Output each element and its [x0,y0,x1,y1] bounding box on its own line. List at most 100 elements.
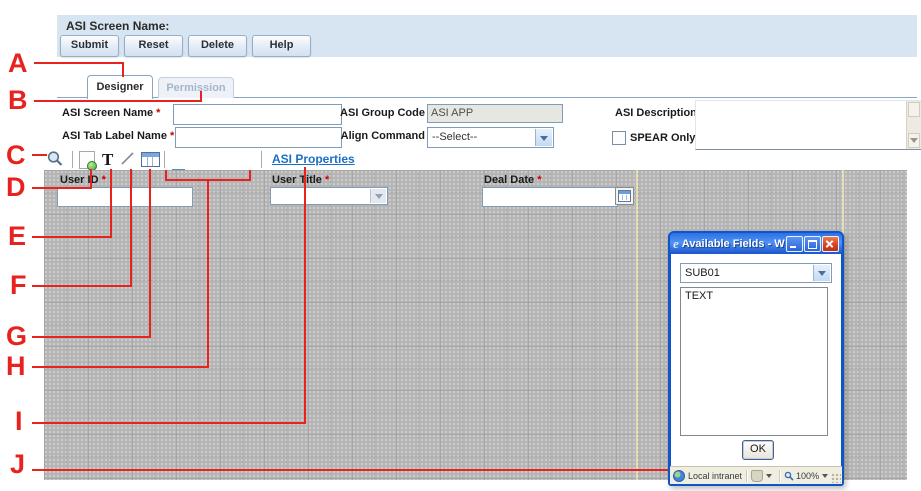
annotation-line-h [32,366,209,368]
screen-name-label: ASI Screen Name * [62,107,160,119]
description-scrollbar[interactable] [906,101,921,149]
user-id-input[interactable] [57,187,193,207]
window-status-bar: Local intranet 100% [670,466,842,484]
canvas-field-label: User Title * [272,174,329,186]
text-tool-icon[interactable]: T [102,151,113,168]
required-asterisk: * [170,130,174,142]
annotation-line-h [249,170,251,181]
app-header-bar [57,15,917,57]
description-textarea[interactable] [695,100,921,150]
align-command-label: Align Command [338,130,425,142]
annotation-line-b [34,100,202,102]
deal-date-input[interactable] [482,187,618,207]
reset-button[interactable]: Reset [124,35,183,57]
annotation-line-g [149,169,151,338]
window-title-bar[interactable]: e Available Fields - Wind... [670,233,842,254]
resize-grip[interactable] [831,473,841,483]
ok-button[interactable]: OK [742,440,774,460]
protected-mode-icon[interactable] [751,470,763,482]
chevron-down-icon[interactable] [813,265,830,281]
list-item[interactable]: TEXT [681,288,827,304]
tab-label-name-label: ASI Tab Label Name * [62,130,174,142]
zoom-level-icon [784,471,794,481]
status-zone-text: Local intranet [688,471,742,481]
required-asterisk: * [102,174,106,186]
canvas-guide-line [636,170,638,480]
annotation-line-g [32,336,151,338]
user-title-select[interactable] [270,187,388,205]
add-field-icon[interactable] [79,151,95,169]
zoom-level-text[interactable]: 100% [796,471,819,481]
toolbar-separator [72,151,73,168]
chevron-down-icon[interactable] [370,189,386,203]
annotation-line-e [32,236,112,238]
annotation-letter-c: C [6,142,26,168]
chevron-down-icon[interactable] [822,474,828,478]
chevron-down-icon[interactable] [766,474,772,478]
annotation-line-a [34,62,124,64]
required-asterisk: * [537,174,541,186]
annotation-letter-j: J [10,451,25,477]
asi-properties-link[interactable]: ASI Properties [272,152,355,166]
annotation-line-h [207,181,209,368]
annotation-letter-b: B [8,87,28,113]
description-label: ASI Description [615,107,697,119]
required-asterisk: * [325,174,329,186]
toolbar-separator [261,151,262,168]
annotation-letter-g: G [6,323,27,349]
screen-name-input[interactable] [173,104,342,125]
scroll-up-icon[interactable] [908,102,920,117]
intranet-zone-icon [673,470,685,482]
annotation-line-d [90,169,92,189]
delete-button[interactable]: Delete [188,35,247,57]
screen: ASI Screen Name: Submit Reset Delete Hel… [0,0,921,491]
line-tool-icon[interactable] [120,151,136,167]
zoom-tool-icon[interactable] [46,150,64,168]
submit-button[interactable]: Submit [60,35,119,57]
annotation-line-f [32,285,132,287]
close-icon[interactable] [822,236,839,252]
chevron-down-icon[interactable] [535,129,552,146]
annotation-letter-e: E [8,223,26,249]
annotation-line-b [200,91,202,102]
annotation-line-e [110,169,112,238]
available-fields-list[interactable]: TEXT [680,287,828,436]
annotation-line-i [32,422,306,424]
tab-label-name-input[interactable] [175,127,342,148]
subsystem-select[interactable]: SUB01 [680,263,832,283]
page-title: ASI Screen Name: [66,19,169,33]
annotation-line-a [122,62,124,77]
annotation-letter-d: D [6,174,26,200]
toolbar-separator [164,151,165,168]
minimize-icon[interactable] [786,236,803,252]
scroll-down-icon[interactable] [908,133,920,148]
align-command-select[interactable]: --Select-- [427,127,554,148]
help-button[interactable]: Help [252,35,311,57]
annotation-line-f [130,169,132,287]
canvas-field-label: Deal Date * [484,174,541,186]
annotation-letter-a: A [8,50,28,76]
maximize-icon[interactable] [804,236,821,252]
window-title: Available Fields - Wind... [682,238,785,250]
table-tool-icon[interactable] [141,152,160,167]
tab-designer[interactable]: Designer [87,75,153,99]
annotation-line-h [165,179,251,181]
group-code-label: ASI Group Code [338,107,425,119]
canvas-field-label: User ID * [60,174,106,186]
ie-logo-icon: e [673,236,679,252]
group-code-value: ASI APP [427,104,563,123]
spear-only-label: SPEAR Only [630,132,695,144]
calendar-icon[interactable] [615,187,634,205]
spear-only-checkbox[interactable] [612,131,626,145]
annotation-letter-f: F [10,272,27,298]
required-asterisk: * [156,107,160,119]
annotation-line-h [165,170,167,181]
tab-permission[interactable]: Permission [158,77,234,98]
annotation-line-c [32,154,47,156]
annotation-line-i [304,167,306,424]
annotation-line-d [32,187,92,189]
annotation-letter-h: H [6,353,26,379]
available-fields-window: e Available Fields - Wind... SUB01 TEXT … [668,231,844,486]
annotation-letter-i: I [15,408,23,434]
annotation-line-j [32,469,668,471]
